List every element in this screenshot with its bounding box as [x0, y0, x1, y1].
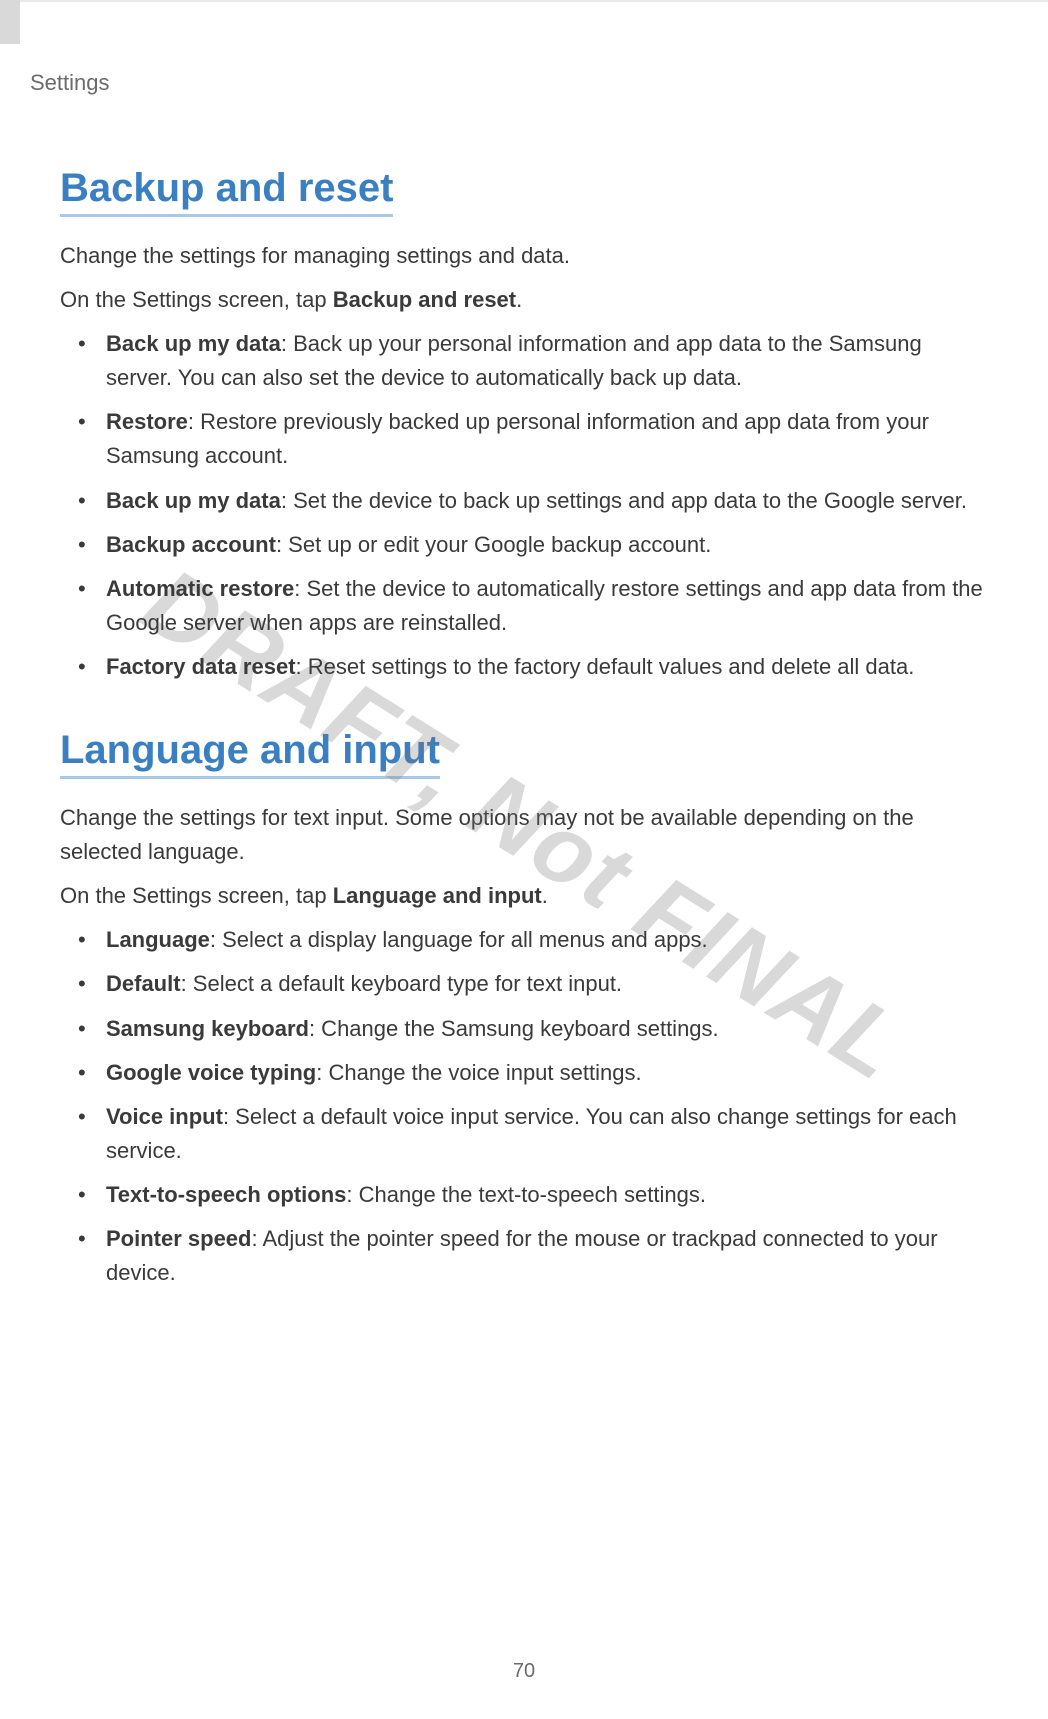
section-intro-line2: On the Settings screen, tap Backup and r… [60, 283, 988, 317]
item-desc: : Change the voice input settings. [316, 1060, 641, 1085]
item-desc: : Change the text-to-speech settings. [346, 1182, 706, 1207]
item-desc: : Set the device to back up settings and… [281, 488, 967, 513]
page-top-rule [20, 0, 1048, 2]
page-number: 70 [0, 1660, 1048, 1683]
list-item: Default: Select a default keyboard type … [60, 967, 988, 1001]
item-term: Factory data reset [106, 654, 296, 679]
item-term: Google voice typing [106, 1060, 316, 1085]
section-language-and-input: Language and input Change the settings f… [60, 728, 988, 1290]
list-item: Language: Select a display language for … [60, 923, 988, 957]
list-item: Restore: Restore previously backed up pe… [60, 405, 988, 473]
intro-bold: Backup and reset [333, 287, 516, 312]
item-term: Samsung keyboard [106, 1016, 309, 1041]
list-item: Text-to-speech options: Change the text-… [60, 1178, 988, 1212]
item-desc: : Select a default keyboard type for tex… [181, 971, 622, 996]
item-term: Backup account [106, 532, 276, 557]
intro-bold: Language and input [333, 883, 542, 908]
item-desc: : Set up or edit your Google backup acco… [276, 532, 711, 557]
list-item: Voice input: Select a default voice inpu… [60, 1100, 988, 1168]
section-intro-line2: On the Settings screen, tap Language and… [60, 879, 988, 913]
item-term: Text-to-speech options [106, 1182, 346, 1207]
section-title: Language and input [60, 728, 440, 779]
item-term: Restore [106, 409, 188, 434]
list-item: Automatic restore: Set the device to aut… [60, 572, 988, 640]
section-intro-line1: Change the settings for managing setting… [60, 239, 988, 273]
list-item: Pointer speed: Adjust the pointer speed … [60, 1222, 988, 1290]
list-item: Samsung keyboard: Change the Samsung key… [60, 1012, 988, 1046]
document-page: Settings DRAFT, Not FINAL Backup and res… [0, 0, 1048, 1719]
intro-prefix: On the Settings screen, tap [60, 287, 333, 312]
item-desc: : Select a display language for all menu… [210, 927, 708, 952]
item-desc: : Select a default voice input service. … [106, 1104, 957, 1163]
item-desc: : Reset settings to the factory default … [296, 654, 915, 679]
section-backup-and-reset: Backup and reset Change the settings for… [60, 166, 988, 684]
item-term: Voice input [106, 1104, 223, 1129]
page-tab-decoration [0, 0, 20, 44]
item-desc: : Restore previously backed up personal … [106, 409, 929, 468]
item-term: Back up my data [106, 331, 281, 356]
item-term: Back up my data [106, 488, 281, 513]
item-term: Pointer speed [106, 1226, 251, 1251]
bullet-list: Language: Select a display language for … [60, 923, 988, 1290]
bullet-list: Back up my data: Back up your personal i… [60, 327, 988, 684]
list-item: Back up my data: Back up your personal i… [60, 327, 988, 395]
list-item: Google voice typing: Change the voice in… [60, 1056, 988, 1090]
item-term: Automatic restore [106, 576, 294, 601]
intro-prefix: On the Settings screen, tap [60, 883, 333, 908]
section-title: Backup and reset [60, 166, 393, 217]
item-term: Language [106, 927, 210, 952]
breadcrumb: Settings [30, 70, 988, 96]
item-desc: : Change the Samsung keyboard settings. [309, 1016, 719, 1041]
item-term: Default [106, 971, 181, 996]
intro-suffix: . [516, 287, 522, 312]
intro-suffix: . [542, 883, 548, 908]
list-item: Back up my data: Set the device to back … [60, 484, 988, 518]
list-item: Factory data reset: Reset settings to th… [60, 650, 988, 684]
section-intro-line1: Change the settings for text input. Some… [60, 801, 988, 869]
list-item: Backup account: Set up or edit your Goog… [60, 528, 988, 562]
